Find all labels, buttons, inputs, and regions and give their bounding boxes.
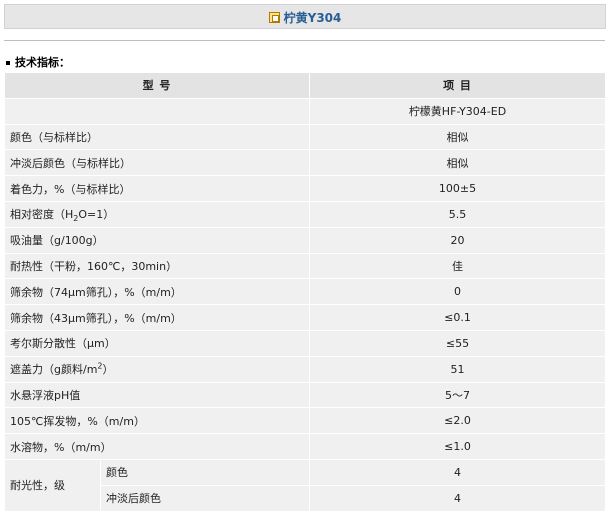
row-value: 5.5 — [309, 200, 606, 228]
label-part: 相对密度（H — [10, 207, 74, 221]
table-header-row: 型 号 项 目 — [4, 72, 606, 99]
label-part: 遮盖力（g颜料/m — [10, 363, 98, 377]
row-label: 筛余物（43μm筛孔），%（m/m） — [4, 304, 310, 331]
row-label: 颜色（与标样比） — [4, 123, 310, 151]
row-label: 105℃挥发物，%（m/m） — [4, 407, 310, 435]
row-label: 耐热性（干粉，160℃，30min） — [4, 252, 310, 280]
row-label: 水溶物，%（m/m） — [4, 433, 310, 460]
table-row: 着色力，%（与标样比） 100±5 — [4, 175, 606, 202]
row-label: 遮盖力（g颜料/m2） — [4, 355, 310, 383]
row-sublabel: 冲淡后颜色 — [100, 484, 310, 512]
row-label: 冲淡后颜色（与标样比） — [4, 149, 310, 177]
table-row: 105℃挥发物，%（m/m） ≤2.0 — [4, 407, 606, 435]
table-row: 耐热性（干粉，160℃，30min） 佳 — [4, 252, 606, 280]
row-sublabel: 颜色 — [100, 458, 310, 486]
section-heading: 技术指标： — [6, 54, 70, 70]
row-label: 相对密度（H2O=1） — [4, 200, 310, 228]
row-value: ≤1.0 — [309, 433, 606, 460]
page-title: 柠黄Y304 — [283, 11, 342, 25]
section-title: 技术指标： — [15, 56, 70, 69]
row-value: 相似 — [309, 149, 606, 177]
table-row: 柠檬黄HF-Y304-ED — [4, 97, 606, 125]
row-value: 100±5 — [309, 175, 606, 202]
row-value: 0 — [309, 278, 606, 306]
row-value: 4 — [309, 458, 606, 486]
row-label: 着色力，%（与标样比） — [4, 175, 310, 202]
row-value: ≤55 — [309, 329, 606, 357]
table-row: 颜色（与标样比） 相似 — [4, 123, 606, 151]
row-value: 相似 — [309, 123, 606, 151]
row-value: 51 — [309, 355, 606, 383]
table-row: 耐光性，级 颜色 4 — [4, 458, 606, 512]
title-bar: 柠黄Y304 — [4, 4, 606, 29]
label-part: O=1） — [78, 207, 115, 221]
row-value: ≤0.1 — [309, 304, 606, 331]
table-row: 遮盖力（g颜料/m2） 51 — [4, 355, 606, 383]
divider — [4, 40, 605, 41]
table-row: 筛余物（43μm筛孔），%（m/m） ≤0.1 — [4, 304, 606, 331]
row-label — [4, 97, 310, 125]
title-wrap: 柠黄Y304 — [5, 9, 605, 26]
header-model: 型 号 — [4, 72, 310, 99]
copy-icon — [268, 12, 280, 23]
table-row: 冲淡后颜色（与标样比） 相似 — [4, 149, 606, 177]
row-value: 佳 — [309, 252, 606, 280]
row-label: 考尔斯分散性（μm） — [4, 329, 310, 357]
row-label: 筛余物（74μm筛孔），%（m/m） — [4, 278, 310, 306]
row-value: ≤2.0 — [309, 407, 606, 435]
table-row: 相对密度（H2O=1） 5.5 — [4, 200, 606, 228]
table-row: 水悬浮液pH值 5～7 — [4, 381, 606, 409]
label-part: ） — [102, 363, 114, 377]
table-row: 筛余物（74μm筛孔），%（m/m） 0 — [4, 278, 606, 306]
row-value: 4 — [309, 484, 606, 512]
spec-table: 型 号 项 目 柠檬黄HF-Y304-ED 颜色（与标样比） 相似 冲淡后颜色（… — [4, 72, 606, 512]
row-value: 5～7 — [309, 381, 606, 409]
lightfastness-label: 耐光性，级 — [4, 458, 101, 512]
row-value: 20 — [309, 226, 606, 254]
bullet-icon — [6, 61, 10, 65]
table-row: 水溶物，%（m/m） ≤1.0 — [4, 433, 606, 460]
row-label: 水悬浮液pH值 — [4, 381, 310, 409]
header-item: 项 目 — [309, 72, 606, 99]
table-row: 考尔斯分散性（μm） ≤55 — [4, 329, 606, 357]
row-label: 吸油量（g/100g） — [4, 226, 310, 254]
product-name: 柠檬黄HF-Y304-ED — [309, 97, 606, 125]
table-row: 吸油量（g/100g） 20 — [4, 226, 606, 254]
